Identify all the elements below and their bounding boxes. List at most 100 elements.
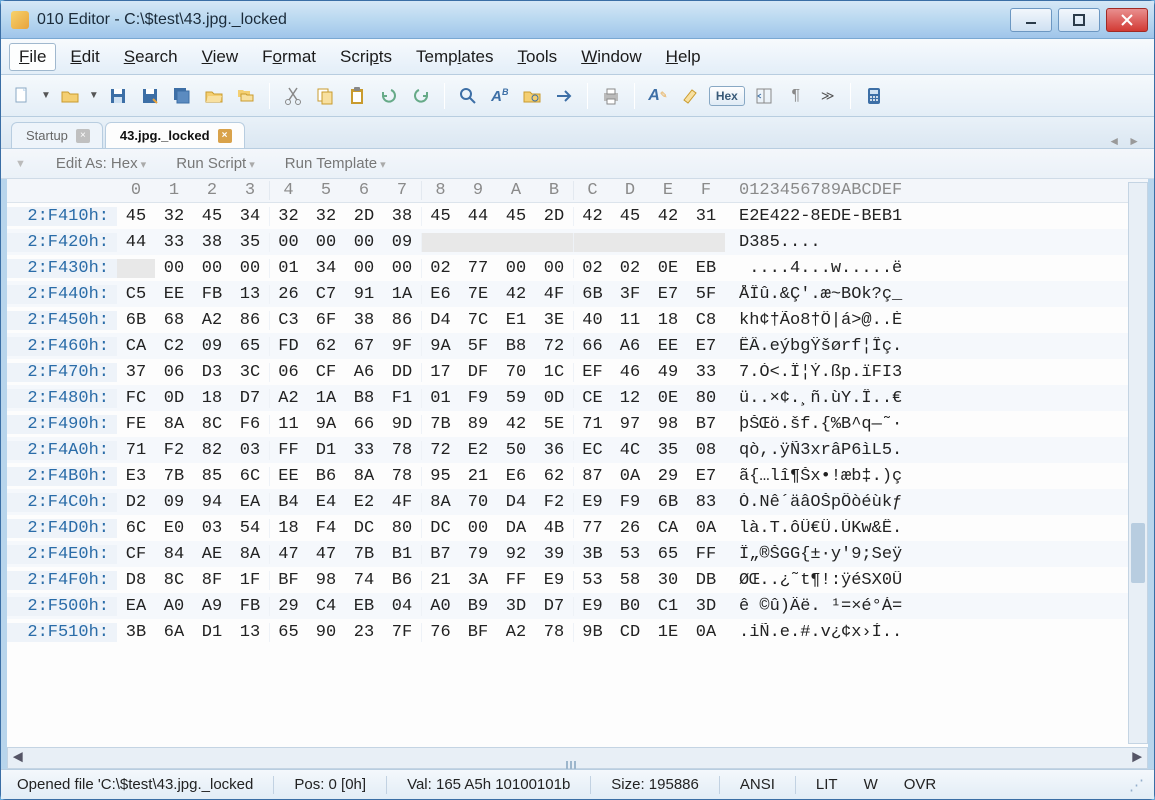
hex-row[interactable]: 2:F4A0h:71F28203FFD1337872E25036EC4C3508…: [7, 437, 1148, 463]
address-cell: 2:F480h:: [7, 389, 117, 408]
tab-next-icon[interactable]: ►: [1124, 134, 1144, 148]
address-cell: 2:F460h:: [7, 337, 117, 356]
dropdown-arrow-icon[interactable]: ▼: [41, 90, 51, 101]
save-as-icon[interactable]: [137, 83, 163, 109]
toolbar-overflow-icon[interactable]: ≫: [815, 88, 841, 104]
ascii-cell: ê ©û)Äë. ¹=×é°Á=: [725, 597, 975, 616]
open-file-icon[interactable]: [57, 83, 83, 109]
tab-prev-icon[interactable]: ◄: [1104, 134, 1124, 148]
replace-icon[interactable]: AB: [487, 83, 513, 109]
tab-close-icon[interactable]: ×: [76, 129, 90, 143]
menu-search[interactable]: Search: [114, 43, 188, 71]
ascii-cell: là.T.ôÜ€Ü.ÚKw&Ê.: [725, 519, 975, 538]
horizontal-scrollbar[interactable]: ◄ ►: [7, 747, 1148, 769]
hex-body[interactable]: 2:F410h:4532453432322D384544452D42454231…: [7, 203, 1148, 747]
address-cell: 2:F4E0h:: [7, 545, 117, 564]
tab-label: Startup: [26, 128, 68, 143]
minimize-button[interactable]: [1010, 8, 1052, 32]
menu-scripts[interactable]: Scripts: [330, 43, 402, 71]
ascii-cell: D385....: [725, 233, 975, 252]
status-value: Val: 165 A5h 10100101b: [401, 776, 576, 793]
font-icon[interactable]: A✎: [645, 83, 671, 109]
menu-tools[interactable]: Tools: [508, 43, 568, 71]
address-cell: 2:F4F0h:: [7, 571, 117, 590]
cut-icon[interactable]: [280, 83, 306, 109]
edit-as-dropdown[interactable]: Edit As: Hex: [56, 155, 146, 172]
hex-row[interactable]: 2:F4E0h:CF84AE8A47477BB1B77992393B5365FF…: [7, 541, 1148, 567]
toolbar: ▼ ▼ AB A✎ Hex ¶ ≫: [1, 75, 1154, 117]
calculator-icon[interactable]: [861, 83, 887, 109]
tab-startup[interactable]: Startup ×: [11, 122, 103, 148]
status-endian[interactable]: LIT: [810, 776, 844, 793]
close-button[interactable]: [1106, 8, 1148, 32]
menu-templates[interactable]: Templates: [406, 43, 504, 71]
hex-row[interactable]: 2:F490h:FE8A8CF6119A669D7B89425E719798B7…: [7, 411, 1148, 437]
run-script-dropdown[interactable]: Run Script: [176, 155, 255, 172]
toolbar-separator: [269, 83, 270, 109]
hex-row[interactable]: 2:F420h:4433383500000009D385....: [7, 229, 1148, 255]
ascii-cell: 7.Ó<.Ï¦Ý.ßp.ïFI3: [725, 363, 975, 382]
menu-file[interactable]: File: [9, 43, 56, 71]
menu-help[interactable]: Help: [656, 43, 711, 71]
ascii-cell: þŠŒö.šf.{%B^q—˜·: [725, 415, 975, 434]
ascii-cell: ÅÎû.&Ç'.æ~BOk?ç_: [725, 285, 975, 304]
find-icon[interactable]: [455, 83, 481, 109]
menu-edit[interactable]: Edit: [60, 43, 109, 71]
scroll-left-icon[interactable]: ◄: [8, 749, 28, 768]
hex-row[interactable]: 2:F450h:6B68A286C36F3886D47CE13E401118C8…: [7, 307, 1148, 333]
hex-row[interactable]: 2:F4D0h:6CE0035418F4DC80DC00DA4B7726CA0A…: [7, 515, 1148, 541]
status-opened-file: Opened file 'C:\$test\43.jpg._locked: [11, 776, 259, 793]
save-all-icon[interactable]: [169, 83, 195, 109]
menu-window[interactable]: Window: [571, 43, 651, 71]
tab-file-active[interactable]: 43.jpg._locked ×: [105, 122, 245, 148]
hex-row[interactable]: 2:F440h:C5EEFB1326C7911AE67E424F6B3FE75F…: [7, 281, 1148, 307]
hex-row[interactable]: 2:F4B0h:E37B856CEEB68A789521E662870A29E7…: [7, 463, 1148, 489]
tab-close-icon[interactable]: ×: [218, 129, 232, 143]
ascii-cell: ü..×¢.¸ñ.ùY.Î..€: [725, 389, 975, 408]
folders-icon[interactable]: [233, 83, 259, 109]
hex-row[interactable]: 2:F4F0h:D88C8F1FBF9874B6213AFFE9535830DB…: [7, 567, 1148, 593]
options-menu-icon[interactable]: ▼: [15, 158, 26, 170]
status-w[interactable]: W: [858, 776, 884, 793]
find-in-files-icon[interactable]: [519, 83, 545, 109]
goto-icon[interactable]: [551, 83, 577, 109]
resize-grip-icon[interactable]: ⋰: [1129, 776, 1144, 794]
vertical-scrollbar[interactable]: [1128, 182, 1148, 744]
hex-row[interactable]: 2:F500h:EAA0A9FB29C4EB04A0B93DD7E9B0C13D…: [7, 593, 1148, 619]
open-folder-icon[interactable]: [201, 83, 227, 109]
hex-row[interactable]: 2:F4C0h:D20994EAB4E4E24F8A70D4F2E9F96B83…: [7, 489, 1148, 515]
ascii-cell: .iÑ.e.#.v¿¢x›Í..: [725, 623, 975, 642]
tab-label: 43.jpg._locked: [120, 128, 210, 143]
paste-icon[interactable]: [344, 83, 370, 109]
address-cell: 2:F510h:: [7, 623, 117, 642]
save-icon[interactable]: [105, 83, 131, 109]
new-file-icon[interactable]: [9, 83, 35, 109]
maximize-button[interactable]: [1058, 8, 1100, 32]
menu-view[interactable]: View: [192, 43, 249, 71]
print-icon[interactable]: [598, 83, 624, 109]
hex-row[interactable]: 2:F480h:FC0D18D7A21AB8F101F9590DCE120E80…: [7, 385, 1148, 411]
run-template-dropdown[interactable]: Run Template: [285, 155, 386, 172]
menu-format[interactable]: Format: [252, 43, 326, 71]
hex-mode-button[interactable]: Hex: [709, 86, 745, 106]
hex-editor: 0123456789ABCDEF 0123456789ABCDEF 2:F410…: [1, 179, 1154, 769]
hex-row[interactable]: 2:F430h:000000013400000277000002020EEB .…: [7, 255, 1148, 281]
redo-icon[interactable]: [408, 83, 434, 109]
toggle-panel-icon[interactable]: [751, 83, 777, 109]
hex-row[interactable]: 2:F460h:CAC20965FD62679F9A5FB87266A6EEE7…: [7, 333, 1148, 359]
highlight-icon[interactable]: [677, 83, 703, 109]
hex-row[interactable]: 2:F410h:4532453432322D384544452D42454231…: [7, 203, 1148, 229]
menu-bar: File Edit Search View Format Scripts Tem…: [1, 39, 1154, 75]
status-ovr[interactable]: OVR: [898, 776, 943, 793]
pilcrow-icon[interactable]: ¶: [783, 83, 809, 109]
ascii-cell: ã{…lî¶Šx•!æb‡.)ç: [725, 467, 975, 486]
scroll-right-icon[interactable]: ►: [1127, 749, 1147, 768]
dropdown-arrow-icon[interactable]: ▼: [89, 90, 99, 101]
status-encoding[interactable]: ANSI: [734, 776, 781, 793]
hex-row[interactable]: 2:F470h:3706D33C06CFA6DD17DF701CEF464933…: [7, 359, 1148, 385]
address-cell: 2:F500h:: [7, 597, 117, 616]
hex-row[interactable]: 2:F510h:3B6AD1136590237F76BFA2789BCD1E0A…: [7, 619, 1148, 645]
undo-icon[interactable]: [376, 83, 402, 109]
copy-icon[interactable]: [312, 83, 338, 109]
ascii-cell: ØŒ..¿˜t¶!:ÿéSX0Û: [725, 571, 975, 590]
